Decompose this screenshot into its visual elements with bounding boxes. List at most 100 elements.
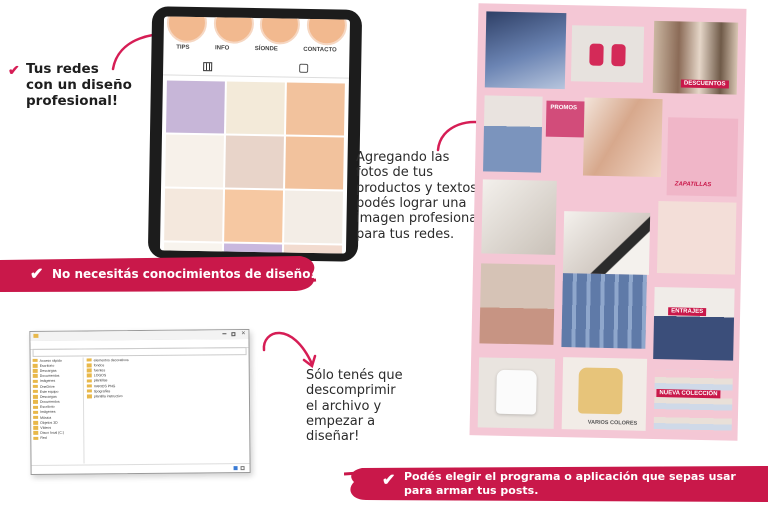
nav-pane-label: Música	[40, 415, 52, 420]
folder-icon	[86, 389, 92, 393]
nav-pane-label: Acceso rápido	[39, 358, 62, 363]
feed-post-tile[interactable]	[166, 80, 225, 134]
feed-post-tile[interactable]	[285, 82, 345, 136]
feed-post-tile[interactable]	[223, 243, 283, 254]
highlight-circle	[259, 16, 301, 45]
folder-icon	[33, 410, 39, 415]
file-name: LOGOS	[93, 373, 107, 378]
close-button[interactable]: ×	[241, 330, 245, 337]
folder-icon	[86, 384, 92, 388]
photo-shoes-accessories	[481, 179, 557, 255]
nav-pane-label: Este equipo	[39, 389, 59, 394]
nav-pane-label: Documentos	[39, 399, 60, 404]
nav-pane-label: Escritorio	[39, 363, 55, 368]
nav-pane-label: Disco local (C:)	[40, 430, 65, 436]
banner-choose-program: Podés elegir el programa o aplicación qu…	[404, 470, 736, 497]
file-row[interactable]: plantilla instructivo	[86, 392, 245, 399]
folder-icon	[86, 394, 92, 399]
tagged-icon[interactable]	[299, 63, 309, 73]
feed-grid	[163, 80, 345, 254]
folder-icon	[33, 426, 39, 430]
label-nueva-coleccion: NUEVA COLECCIÓN	[656, 389, 721, 399]
folder-icon	[33, 436, 39, 441]
navigation-pane: Acceso rápido Escritorio Descargas Document…	[32, 357, 85, 464]
callout-unzip: Sólo tenés que descomprimir el archivo y…	[306, 368, 403, 445]
label-zapatillas: ZAPATILLAS	[674, 181, 712, 189]
folder-icon	[32, 384, 38, 389]
folder-icon	[33, 333, 39, 338]
folder-icon	[86, 368, 92, 373]
file-list: elementos decorativos fondos fuentes LOGOS p…	[86, 356, 246, 463]
feed-post-tile[interactable]	[284, 190, 344, 244]
file-name: VARIOS PNG	[93, 383, 116, 388]
sneaker-red-right	[611, 44, 626, 67]
photo-folded-clothes	[653, 369, 733, 433]
highlight-label[interactable]: SÍONDE	[255, 46, 278, 52]
folder-icon	[33, 420, 39, 425]
file-name: plantilla instructivo	[93, 394, 123, 399]
photo-model-jeans	[483, 95, 543, 173]
feed-post-tile[interactable]	[164, 188, 224, 242]
file-explorer-window: × Acceso rápido Escritorio Descargas Docume…	[29, 329, 251, 475]
highlight-label[interactable]: CONTACTO	[303, 47, 337, 54]
instagram-post-collage: DESCUENTOS PROMOS ZAPATILLAS ENTRAJES VA…	[469, 3, 747, 441]
file-name: fuentes	[93, 368, 106, 373]
folder-icon	[32, 395, 38, 399]
feed-post-tile[interactable]	[225, 135, 284, 189]
banner-design-knowledge: No necesitás conocimientos de diseño.	[52, 267, 316, 281]
nav-pane-label: Descargas	[39, 394, 57, 399]
sneaker-red-left	[589, 43, 604, 66]
file-name: fondos	[93, 363, 105, 368]
photo-sweater-woman	[479, 263, 556, 345]
nav-pane-item[interactable]: Red	[33, 435, 83, 441]
feed-post-tile[interactable]	[285, 136, 344, 190]
photo-glasses-knit	[562, 211, 651, 275]
folder-icon	[86, 363, 92, 367]
minimize-button[interactable]	[222, 333, 227, 335]
highlight-circle	[306, 16, 348, 46]
file-name: elementos decorativos	[93, 357, 129, 362]
nav-pane-label: Imágenes	[40, 410, 56, 415]
tiles-view-icon[interactable]	[240, 466, 245, 471]
nav-pane-label: Imágenes	[39, 379, 56, 384]
highlight-circle	[166, 16, 208, 44]
photo-outfit-flatlay	[656, 201, 737, 275]
nav-pane-label: Documentos	[39, 373, 60, 379]
folder-icon	[86, 373, 92, 378]
folder-icon	[86, 379, 92, 383]
status-bar	[31, 463, 250, 474]
grid-icon[interactable]	[203, 62, 213, 72]
folder-icon	[32, 374, 38, 378]
feed-post-tile[interactable]	[283, 244, 343, 254]
folder-icon	[32, 369, 38, 373]
nav-pane-label: Vídeos	[40, 425, 52, 430]
folder-icon	[32, 379, 38, 384]
folder-icon	[32, 389, 38, 394]
photo-pink-sneakers	[570, 25, 645, 83]
folder-icon	[32, 358, 38, 363]
feed-post-tile[interactable]	[165, 134, 224, 188]
nav-pane-label: Red	[40, 436, 47, 441]
checkmark-icon: ✔	[382, 472, 396, 489]
folder-icon	[33, 431, 39, 435]
nav-pane-label: OneDrive	[39, 384, 55, 389]
yellow-hoodie-shape	[577, 367, 623, 415]
label-entrajes: ENTRAJES	[668, 307, 707, 317]
highlight-label[interactable]: TIPS	[176, 45, 189, 51]
label-promos: PROMOS	[550, 104, 578, 112]
folder-icon	[32, 400, 39, 404]
photo-jeans-legs	[653, 286, 735, 361]
feed-view-toggle	[163, 60, 350, 79]
highlight-label[interactable]: INFO	[215, 45, 229, 51]
highlight-labels: TIPS INFO SÍONDE CONTACTO	[163, 44, 349, 54]
details-view-icon[interactable]	[233, 466, 238, 471]
maximize-button[interactable]	[231, 332, 236, 337]
feed-post-tile[interactable]	[224, 189, 284, 243]
folder-icon	[32, 363, 38, 368]
tablet-screen: TIPS INFO SÍONDE CONTACTO	[159, 16, 351, 254]
feed-post-tile[interactable]	[163, 242, 223, 254]
highlight-circle	[213, 16, 255, 44]
folder-icon	[33, 415, 39, 420]
feed-post-tile[interactable]	[226, 81, 285, 135]
callout-add-photos: Agregando las fotos de tus productos y t…	[356, 150, 481, 242]
